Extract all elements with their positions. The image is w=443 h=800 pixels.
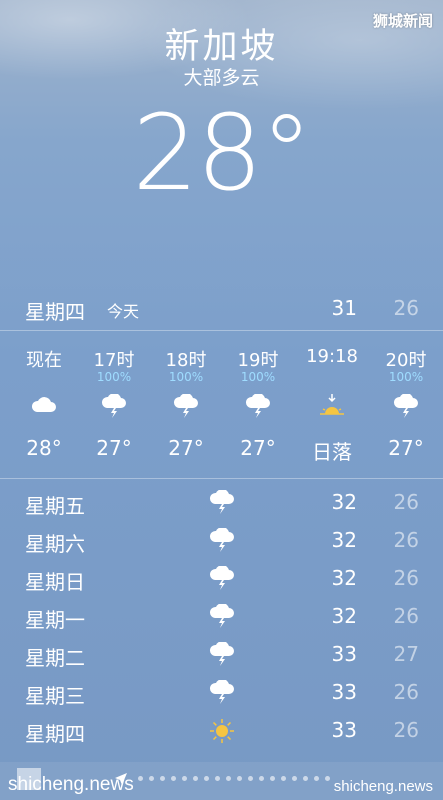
thunderstorm-icon: [392, 394, 420, 418]
hour-temp: 27°: [240, 436, 276, 460]
sun-icon: [208, 718, 236, 744]
watermark-right: shicheng.news: [333, 778, 433, 795]
day-name: 星期六: [25, 532, 85, 556]
sunset-icon: [318, 394, 346, 418]
daily-row: 星期二 33 27: [0, 636, 443, 674]
day-low: 26: [393, 490, 419, 514]
thunderstorm-icon: [208, 490, 236, 516]
day-high: 32: [331, 566, 357, 590]
city-name: 新加坡: [164, 27, 279, 67]
day-name: 星期三: [25, 684, 85, 708]
today-day: 星期四: [25, 300, 85, 324]
page-indicator[interactable]: [138, 776, 330, 784]
thunderstorm-icon: [172, 394, 200, 418]
thunderstorm-icon: [208, 528, 236, 554]
hour-label: 现在: [26, 350, 62, 371]
hour-temp: 27°: [96, 436, 132, 460]
day-name: 星期一: [25, 608, 85, 632]
day-low: 26: [393, 718, 419, 742]
day-low: 27: [393, 642, 419, 666]
location-arrow-icon: [114, 772, 128, 786]
day-name: 星期日: [25, 570, 85, 594]
weather-condition: 大部多云: [183, 67, 260, 89]
today-low: 26: [393, 296, 419, 320]
thunderstorm-icon: [208, 604, 236, 630]
thunderstorm-icon: [208, 680, 236, 706]
thunderstorm-icon: [208, 642, 236, 668]
current-temperature: 28°: [132, 92, 312, 214]
divider: [0, 478, 443, 479]
daily-row: 星期四 33 26: [0, 712, 443, 750]
hour-label: 20时: [385, 350, 427, 371]
hour-temp: 27°: [388, 436, 424, 460]
bottom-bar: shicheng.news shicheng.news: [0, 762, 443, 800]
precip-chance: 100%: [388, 370, 424, 384]
hour-temp: 日落: [312, 440, 352, 464]
day-high: 32: [331, 490, 357, 514]
today-summary-row: 星期四 今天 31 26: [0, 288, 443, 328]
thunderstorm-icon: [100, 394, 128, 418]
daily-row: 星期日 32 26: [0, 560, 443, 598]
day-high: 33: [331, 718, 357, 742]
cloud-icon: [30, 394, 58, 418]
hour-temp: 28°: [26, 436, 62, 460]
day-high: 32: [331, 604, 357, 628]
thunderstorm-icon: [244, 394, 272, 418]
today-high: 31: [331, 296, 357, 320]
day-high: 33: [331, 642, 357, 666]
precip-chance: 100%: [96, 370, 132, 384]
day-high: 33: [331, 680, 357, 704]
hour-label: 19:18: [306, 346, 358, 367]
daily-row: 星期一 32 26: [0, 598, 443, 636]
day-name: 星期五: [25, 494, 85, 518]
hour-label: 17时: [93, 350, 135, 371]
today-tag: 今天: [107, 302, 140, 321]
hourly-forecast[interactable]: 现在 28° 17时 100% 27° 18时 100% 27° 19时 100…: [0, 336, 443, 476]
hour-temp: 27°: [168, 436, 204, 460]
day-low: 26: [393, 528, 419, 552]
divider: [0, 330, 443, 331]
day-name: 星期二: [25, 646, 85, 670]
thunderstorm-icon: [208, 566, 236, 592]
daily-row: 星期六 32 26: [0, 522, 443, 560]
daily-row: 星期五 32 26: [0, 484, 443, 522]
day-low: 26: [393, 604, 419, 628]
day-low: 26: [393, 680, 419, 704]
hour-label: 19时: [237, 350, 279, 371]
day-name: 星期四: [25, 722, 85, 746]
day-low: 26: [393, 566, 419, 590]
precip-chance: 100%: [168, 370, 204, 384]
daily-row: 星期三 33 26: [0, 674, 443, 712]
precip-chance: 100%: [240, 370, 276, 384]
hour-label: 18时: [165, 350, 207, 371]
day-high: 32: [331, 528, 357, 552]
